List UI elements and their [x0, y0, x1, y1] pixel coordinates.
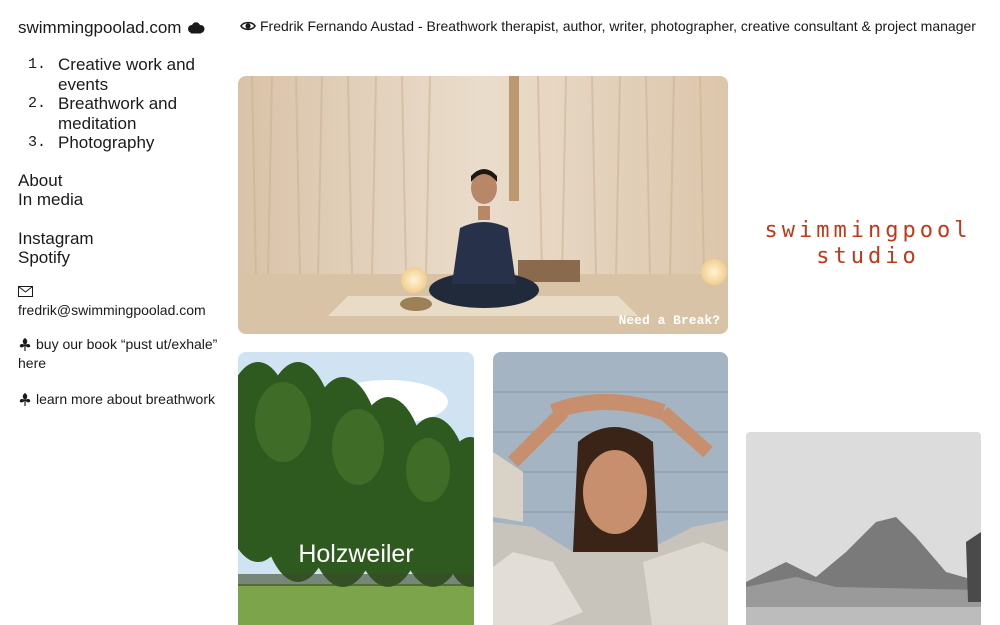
mail-icon	[18, 285, 33, 297]
portrait-photo	[493, 352, 728, 625]
social-links: Instagram Spotify	[18, 229, 228, 268]
nav-label: Creative work and events	[58, 55, 196, 94]
swimmingpool-studio-logo: swimmingpool studio	[765, 218, 972, 269]
contact-block: fredrik@swimmingpoolad.com	[18, 285, 228, 318]
nav-item-photography[interactable]: 3. Photography	[18, 133, 228, 153]
page-header: Fredrik Fernando Austad - Breathwork the…	[240, 18, 976, 34]
nav-item-creative-work[interactable]: 1. Creative work and events	[18, 55, 228, 94]
mountain-photo	[746, 432, 981, 625]
nav-label: Breathwork and meditation	[58, 94, 178, 133]
nav-label: Photography	[58, 133, 155, 152]
holzweiler-card[interactable]: Holzweiler	[238, 352, 474, 625]
hero-caption: Need a Break?	[618, 313, 720, 328]
about-link[interactable]: About	[18, 171, 228, 191]
email-link[interactable]: fredrik@swimmingpoolad.com	[18, 302, 206, 318]
header-text: Fredrik Fernando Austad - Breathwork the…	[260, 18, 976, 34]
mountain-card[interactable]	[746, 432, 981, 625]
in-media-link[interactable]: In media	[18, 190, 228, 210]
breathwork-cta-label: learn more about breathwork	[36, 390, 215, 407]
cloud-icon	[188, 22, 205, 34]
nav-number: 3.	[28, 134, 47, 151]
logo-line-1: swimmingpool	[765, 218, 972, 243]
flower-icon	[19, 337, 31, 351]
eye-icon	[240, 21, 256, 31]
nav-number: 2.	[28, 95, 47, 112]
site-title-link[interactable]: swimmingpoolad.com	[18, 16, 228, 40]
flower-icon	[19, 392, 31, 406]
book-cta[interactable]: buy our book “pust ut/exhale” here	[18, 335, 228, 373]
breathwork-cta[interactable]: learn more about breathwork	[18, 390, 228, 409]
instagram-link[interactable]: Instagram	[18, 229, 228, 249]
nav-item-breathwork[interactable]: 2. Breathwork and meditation	[18, 94, 228, 133]
info-links: About In media	[18, 171, 228, 210]
spotify-link[interactable]: Spotify	[18, 248, 228, 268]
holzweiler-label: Holzweiler	[298, 540, 414, 568]
book-cta-label: buy our book “pust ut/exhale” here	[18, 335, 218, 371]
meditation-photo	[238, 76, 728, 334]
hero-image-card[interactable]: Need a Break?	[238, 76, 728, 334]
category-nav: 1. Creative work and events 2. Breathwor…	[18, 55, 228, 153]
portrait-card[interactable]	[493, 352, 728, 625]
logo-line-2: studio	[816, 244, 919, 269]
sidebar: swimmingpoolad.com 1. Creative work and …	[18, 16, 228, 409]
site-title: swimmingpoolad.com	[18, 18, 182, 37]
trees-photo	[238, 352, 474, 625]
nav-number: 1.	[28, 56, 47, 73]
